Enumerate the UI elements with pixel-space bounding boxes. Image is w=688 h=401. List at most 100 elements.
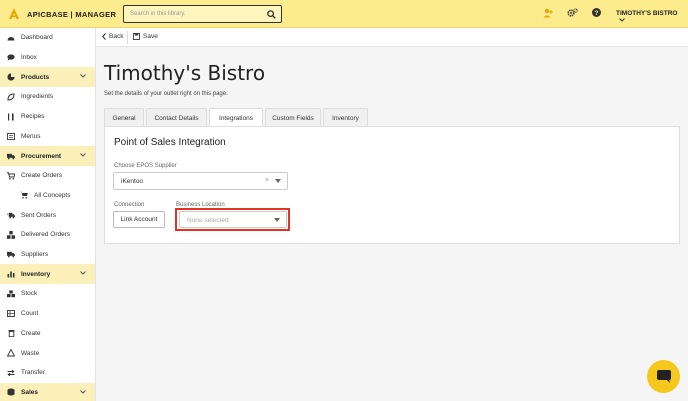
sidebar-item-label: Stock <box>21 290 38 298</box>
chevron-left-icon <box>102 33 106 40</box>
caret-down-icon[interactable] <box>275 179 281 183</box>
sidebar-item-delivered-orders[interactable]: Delivered Orders <box>0 225 95 245</box>
page-title: Timothy's Bistro <box>104 61 266 85</box>
sidebar-item-label: Count <box>21 310 39 318</box>
user-menu[interactable]: TIMOTHY'S BISTRO <box>616 10 688 24</box>
sidebar-item-sent-orders[interactable]: Sent Orders <box>0 205 95 225</box>
toolbar-divider <box>127 31 128 44</box>
chevron-down-icon <box>80 153 86 157</box>
sidebar-item-inbox[interactable]: Inbox <box>0 48 95 68</box>
save-button[interactable]: Save <box>133 33 158 40</box>
sidebar-item-menus[interactable]: Menus <box>0 127 95 147</box>
epos-supplier-value: iKentoo <box>121 178 144 185</box>
tab-inventory[interactable]: Inventory <box>323 108 368 127</box>
truck-icon <box>7 152 15 160</box>
back-button[interactable]: Back <box>102 33 123 40</box>
help-icon[interactable]: ? <box>592 8 601 17</box>
sidebar-item-recipes[interactable]: Recipes <box>0 107 95 127</box>
sidebar-item-label: Waste <box>21 349 40 357</box>
page-subtitle: Set the details of your outlet right on … <box>104 91 228 97</box>
user-menu-label: TIMOTHY'S BISTRO <box>616 10 678 17</box>
chevron-down-icon <box>619 18 625 22</box>
search-placeholder: Search in this library. <box>130 11 186 17</box>
sidebar-item-label: Procurement <box>21 152 62 160</box>
save-label: Save <box>143 33 158 40</box>
leaf-icon <box>7 93 15 101</box>
tab-custom-fields[interactable]: Custom Fields <box>265 108 321 127</box>
settings-icon[interactable] <box>567 8 578 18</box>
sent-truck-icon <box>7 211 15 219</box>
clear-icon[interactable]: × <box>265 177 269 184</box>
sidebar-item-all-concepts[interactable]: All Concepts <box>0 186 95 206</box>
epos-supplier-label: Choose EPOS Supplier <box>114 163 177 169</box>
sidebar-item-create-orders[interactable]: Create Orders <box>0 166 95 186</box>
count-icon <box>7 310 15 318</box>
menu-book-icon <box>7 132 15 140</box>
sidebar-item-count[interactable]: Count <box>0 304 95 324</box>
integration-panel: Point of Sales Integration Choose EPOS S… <box>104 126 680 244</box>
sidebar-item-transfer[interactable]: Transfer <box>0 363 95 383</box>
user-add-icon[interactable] <box>543 8 553 18</box>
supplier-truck-icon <box>7 251 15 259</box>
sidebar-item-suppliers[interactable]: Suppliers <box>0 245 95 265</box>
sidebar-item-label: Ingredients <box>21 93 54 101</box>
app-brand[interactable]: APICBASE | MANAGER <box>27 10 116 19</box>
cubes-icon <box>7 290 15 298</box>
sidebar-item-label: Menus <box>21 132 41 140</box>
sidebar-item-label: Transfer <box>21 369 45 377</box>
chat-bubble-icon <box>7 54 15 62</box>
sidebar-item-inventory[interactable]: Inventory <box>0 264 95 285</box>
highlight-box <box>175 208 290 231</box>
sidebar-item-dashboard[interactable]: Dashboard <box>0 28 95 48</box>
sidebar-item-waste[interactable]: Waste <box>0 343 95 363</box>
link-account-button[interactable]: Link Account <box>113 211 165 228</box>
cart-icon <box>7 172 15 180</box>
search-input[interactable]: Search in this library. <box>123 5 282 23</box>
sidebar-item-label: Delivered Orders <box>21 231 71 239</box>
sidebar-item-create[interactable]: Create <box>0 324 95 344</box>
pie-chart-icon <box>7 73 15 81</box>
boxes-icon <box>7 230 15 239</box>
chat-launcher-button[interactable] <box>647 360 680 393</box>
sidebar-item-products[interactable]: Products <box>0 67 95 88</box>
coins-icon <box>7 388 15 396</box>
transfer-icon <box>7 369 15 377</box>
bar-chart-icon <box>7 270 15 278</box>
sidebar-item-label: Create Orders <box>21 172 63 180</box>
sidebar-item-sales[interactable]: Sales <box>0 382 95 401</box>
tab-contact-details[interactable]: Contact Details <box>146 108 207 127</box>
cart-icon <box>20 191 28 200</box>
tab-general[interactable]: General <box>104 108 144 127</box>
tab-integrations[interactable]: Integrations <box>209 108 263 128</box>
connection-label: Connection <box>114 202 145 208</box>
back-label: Back <box>109 33 124 40</box>
section-title: Point of Sales Integration <box>114 137 226 148</box>
sidebar-item-stock[interactable]: Stock <box>0 284 95 304</box>
main-content: Back Save Timothy's Bistro Set the detai… <box>96 28 688 401</box>
chevron-down-icon <box>80 74 86 79</box>
sidebar-item-label: Recipes <box>21 113 45 121</box>
sidebar-item-label: Inbox <box>21 54 37 62</box>
top-bar: APICBASE | MANAGER Search in this librar… <box>0 0 688 28</box>
sidebar-item-procurement[interactable]: Procurement <box>0 146 95 166</box>
svg-text:?: ? <box>595 10 599 17</box>
chevron-down-icon <box>80 271 86 276</box>
chat-icon <box>656 370 671 383</box>
search-icon[interactable] <box>267 10 276 19</box>
sidebar-item-label: Dashboard <box>21 34 53 42</box>
sidebar: Dashboard Inbox Products Ingredients Rec… <box>0 28 96 401</box>
trash-icon <box>7 329 15 338</box>
sidebar-item-label: Sales <box>21 388 38 396</box>
epos-supplier-select[interactable]: iKentoo × <box>113 172 288 190</box>
utensils-icon <box>7 113 15 121</box>
sidebar-item-label: Sent Orders <box>21 211 57 219</box>
sidebar-item-label: All Concepts <box>34 191 71 199</box>
sidebar-item-label: Create <box>21 329 41 337</box>
save-icon <box>133 33 140 40</box>
sidebar-item-label: Inventory <box>21 270 51 278</box>
chevron-down-icon <box>80 389 86 394</box>
apicbase-logo-icon[interactable] <box>9 8 19 19</box>
page-toolbar: Back Save <box>96 28 688 47</box>
recycle-icon <box>7 349 15 357</box>
sidebar-item-ingredients[interactable]: Ingredients <box>0 87 95 107</box>
